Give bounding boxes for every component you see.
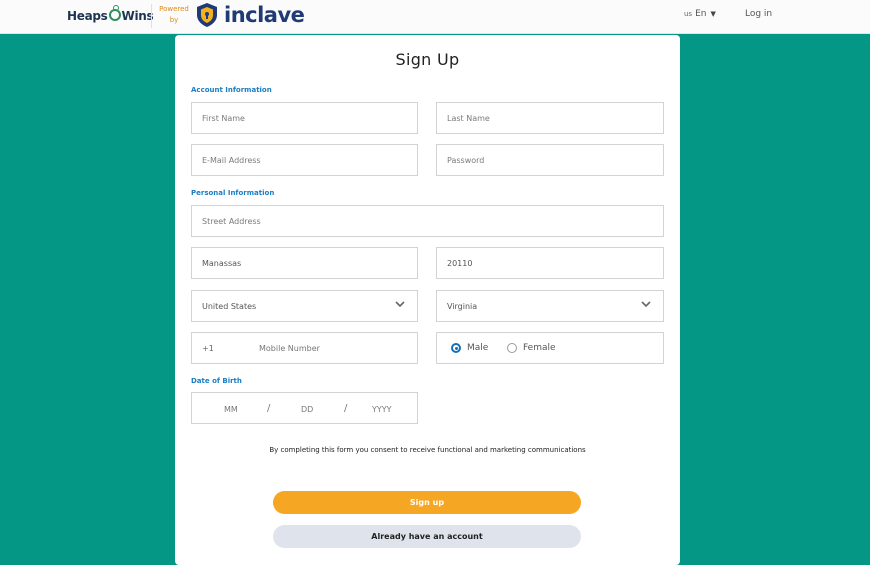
dob-separator: / [267, 403, 271, 414]
zip-field[interactable] [436, 247, 664, 279]
gender-male-label: Male [467, 343, 489, 353]
language-label: En [695, 9, 707, 19]
divider [151, 4, 152, 28]
country-select[interactable]: United States [191, 290, 418, 322]
gender-radio-group: Male Female [436, 332, 664, 364]
top-navbar: Heaps Wins Powered by inclave us En ▼ Log i… [0, 0, 870, 34]
email-field[interactable] [191, 144, 418, 176]
state-selected-value: Virginia [447, 302, 478, 311]
language-selector[interactable]: us En ▼ [684, 9, 716, 19]
dob-month-input[interactable]: MM [224, 405, 238, 414]
powered-by-label: Powered by [158, 4, 190, 26]
powered-text: Powered [159, 5, 189, 13]
first-name-field[interactable] [191, 102, 418, 134]
password-input[interactable] [437, 145, 663, 175]
street-address-field[interactable] [191, 205, 664, 237]
mobile-number-field[interactable]: +1 Mobile Number [191, 332, 418, 364]
state-select[interactable]: Virginia [436, 290, 664, 322]
signup-card: Sign Up Account Information Personal Inf… [175, 35, 680, 565]
mobile-number-placeholder[interactable]: Mobile Number [259, 344, 320, 353]
radio-selected-icon[interactable] [451, 343, 461, 353]
phone-country-code[interactable]: +1 [202, 344, 214, 353]
brand-name: Heaps [67, 9, 108, 23]
brand-suffix: Wins [121, 9, 154, 23]
dob-day-input[interactable]: DD [301, 405, 313, 414]
password-field[interactable] [436, 144, 664, 176]
date-of-birth-field: MM / DD / YYYY [191, 392, 418, 424]
consent-text: By completing this form you consent to r… [269, 446, 586, 454]
dob-year-input[interactable]: YYYY [372, 405, 392, 414]
signup-button[interactable]: Sign up [273, 491, 581, 514]
street-address-input[interactable] [192, 206, 663, 236]
radio-unselected-icon[interactable] [507, 343, 517, 353]
gender-male-option[interactable]: Male [451, 343, 488, 353]
inclave-logo[interactable]: inclave [224, 3, 305, 27]
logo-o-icon [108, 5, 121, 21]
gender-female-label: Female [523, 343, 556, 353]
country-selected-value: United States [202, 302, 257, 311]
last-name-field[interactable] [436, 102, 664, 134]
first-name-input[interactable] [192, 103, 417, 133]
section-personal-information: Personal Information [191, 189, 275, 197]
city-input[interactable] [192, 248, 417, 278]
last-name-input[interactable] [437, 103, 663, 133]
zip-input[interactable] [437, 248, 663, 278]
gender-female-option[interactable]: Female [507, 343, 556, 353]
email-input[interactable] [192, 145, 417, 175]
dob-separator: / [344, 403, 348, 414]
page-title: Sign Up [395, 50, 460, 69]
login-link[interactable]: Log in [745, 9, 772, 19]
by-text: by [169, 16, 179, 24]
chevron-down-icon [641, 301, 651, 308]
heapsowins-logo[interactable]: Heaps Wins [67, 5, 154, 23]
caret-down-icon: ▼ [710, 10, 716, 18]
already-have-account-button[interactable]: Already have an account [273, 525, 581, 548]
section-account-information: Account Information [191, 86, 272, 94]
chevron-down-icon [395, 301, 405, 308]
inclave-shield-icon [197, 3, 217, 27]
city-field[interactable] [191, 247, 418, 279]
language-country-code: us [684, 10, 693, 18]
section-date-of-birth: Date of Birth [191, 377, 242, 385]
